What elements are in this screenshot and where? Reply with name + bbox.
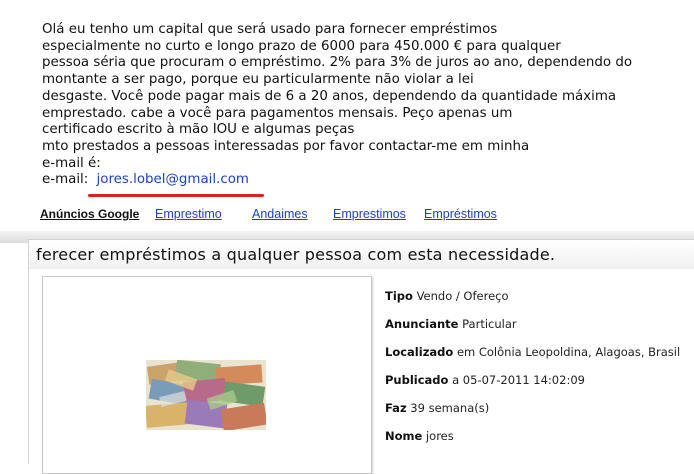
info-row-nome: Nome jores <box>385 429 454 443</box>
info-value: 39 semana(s) <box>410 401 490 415</box>
info-row-localizado: Localizado em Colônia Leopoldina, Alagoa… <box>385 345 680 359</box>
listing-title: ferecer empréstimos a qualquer pessoa co… <box>36 245 556 264</box>
info-value: Vendo / Ofereço <box>416 289 509 303</box>
description-line: pessoa séria que procuram o empréstimo. … <box>42 55 633 71</box>
ad-link-emprestimo[interactable]: Emprestimo <box>155 207 222 221</box>
money-photo-image[interactable] <box>146 360 266 430</box>
listing-title-bar: ferecer empréstimos a qualquer pessoa co… <box>28 239 694 270</box>
info-row-publicado: Publicado a 05-07-2011 14:02:09 <box>385 373 585 387</box>
description-text: Olá eu tenho um capital que será usado p… <box>42 22 682 189</box>
description-line: certificado escrito à mão IOU e algumas … <box>42 122 355 138</box>
description-line: e-mail é: <box>42 155 101 171</box>
info-row-anunciante: Anunciante Particular <box>385 317 517 331</box>
info-key: Tipo <box>385 289 413 303</box>
description-line: mto prestados a pessoas interessadas por… <box>42 138 530 154</box>
email-link[interactable]: jores.lobel@gmail.com <box>93 172 253 187</box>
ads-title[interactable]: Anúncios Google <box>40 207 139 221</box>
ad-description: Olá eu tenho um capital que será usado p… <box>0 0 694 236</box>
info-key: Localizado <box>385 345 454 359</box>
description-line: emprestado. cabe a você para pagamentos … <box>42 105 513 121</box>
info-key: Anunciante <box>385 317 459 331</box>
ad-link-emprestimos[interactable]: Emprestimos <box>333 207 406 221</box>
description-line: Olá eu tenho um capital que será usado p… <box>42 22 498 37</box>
description-line: especialmente no curto e longo prazo de … <box>42 38 561 54</box>
info-key: Nome <box>385 429 423 443</box>
email-prefix: e-mail: <box>42 172 89 188</box>
ad-link-emprestimos-accent[interactable]: Empréstimos <box>424 207 497 221</box>
info-value: em Colônia Leopoldina, Alagoas, Brasil <box>456 345 681 359</box>
info-value: jores <box>425 429 454 443</box>
info-row-faz: Faz 39 semana(s) <box>385 401 489 415</box>
info-key: Publicado <box>385 373 449 387</box>
info-value: a 05-07-2011 14:02:09 <box>452 373 585 387</box>
info-row-tipo: Tipo Vendo / Ofereço <box>385 289 509 303</box>
red-underline-annotation <box>88 194 264 197</box>
description-line: montante a ser pago, porque eu particula… <box>42 72 474 88</box>
info-key: Faz <box>385 401 407 415</box>
email-line: e-mail: jores.lobel@gmail.com <box>42 172 682 189</box>
description-line: desgaste. Você pode pagar mais de 6 a 20… <box>42 88 617 104</box>
ad-link-andaimes[interactable]: Andaimes <box>252 207 308 221</box>
info-value: Particular <box>462 317 517 331</box>
